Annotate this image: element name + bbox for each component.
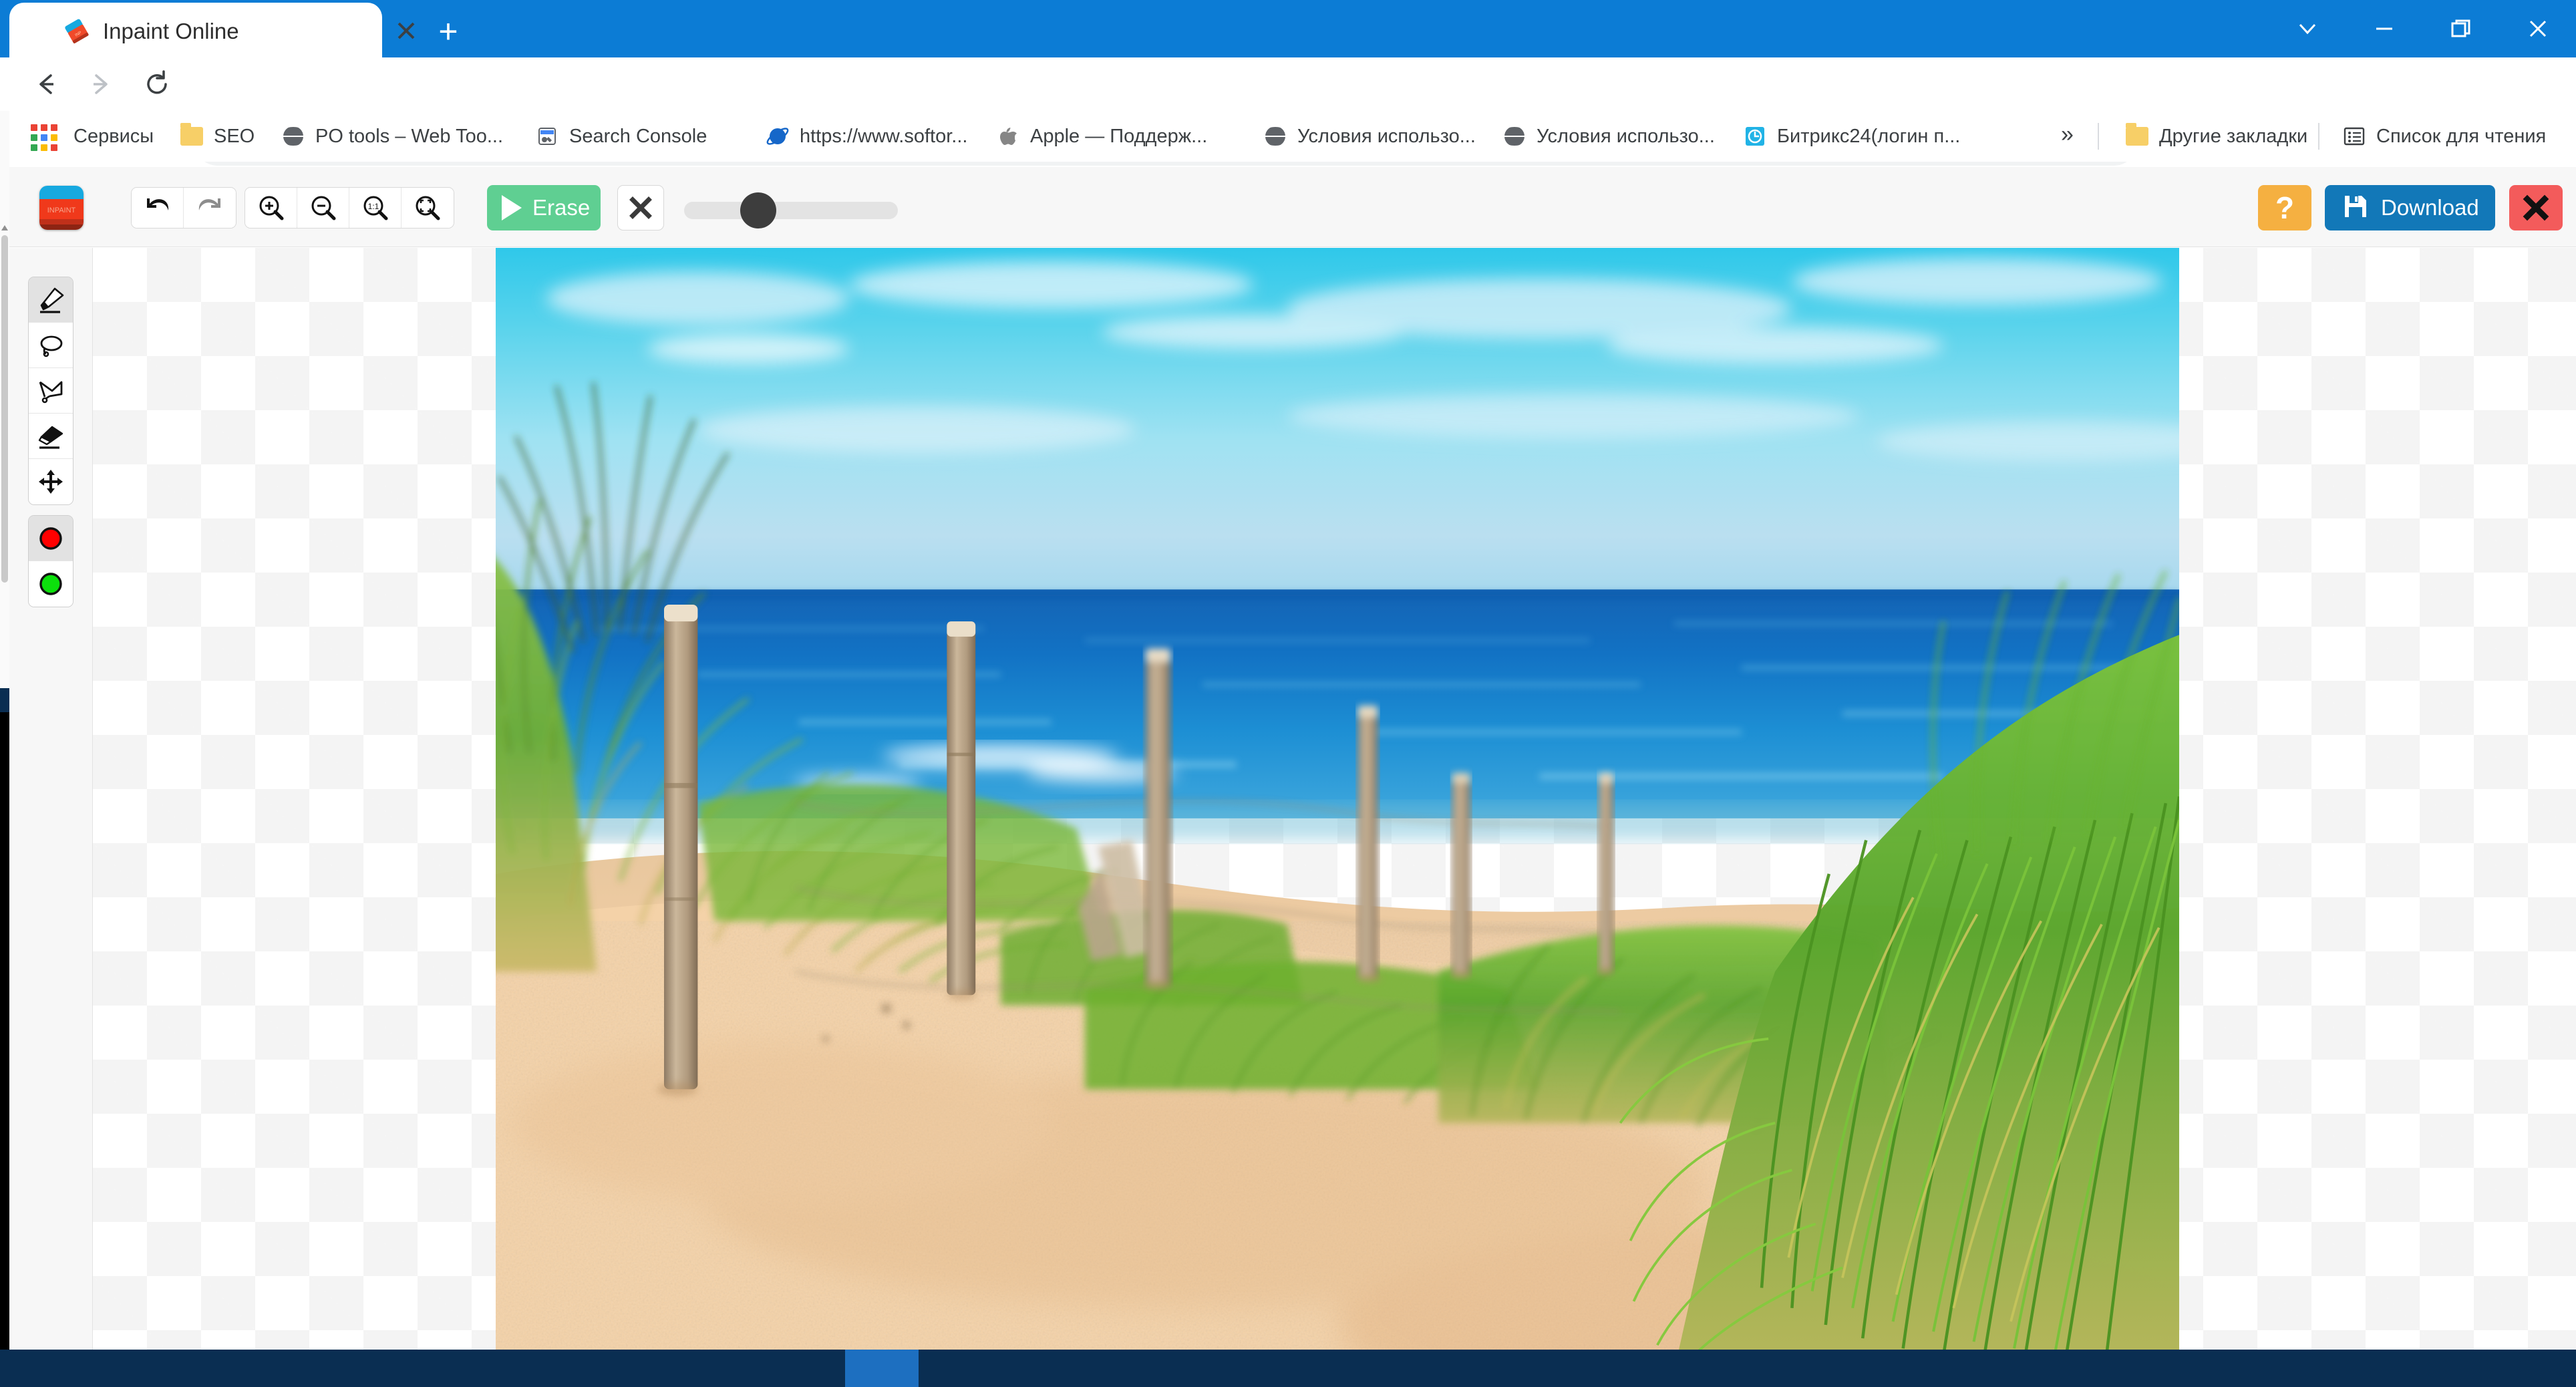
save-icon xyxy=(2342,193,2369,223)
inpaint-logo[interactable]: INPAINT xyxy=(39,186,84,230)
play-icon xyxy=(502,195,522,220)
move-tool[interactable] xyxy=(29,459,73,504)
clear-selection-button[interactable] xyxy=(617,185,664,230)
forward-button[interactable] xyxy=(80,64,120,104)
navigation-bar: theinpaint.com/editor/1222317824/LBlVzaW… xyxy=(0,57,2576,166)
slider-track xyxy=(684,202,898,219)
tab-title: Inpaint Online xyxy=(103,19,239,43)
zoom-out-button[interactable] xyxy=(297,188,349,228)
bookmark-label: Apple — Поддерж... xyxy=(1030,125,1208,147)
undo-button[interactable] xyxy=(132,188,184,228)
eraser-tool[interactable] xyxy=(29,414,73,459)
bookmark-label: Сервисы xyxy=(73,125,154,147)
close-image-button[interactable] xyxy=(2509,185,2563,230)
tool-group-main xyxy=(28,277,73,505)
bookmark-label: Условия использо... xyxy=(1297,125,1476,147)
minus-icon[interactable] xyxy=(2346,0,2422,57)
globe-icon xyxy=(1263,124,1288,149)
svg-text:INPAINT: INPAINT xyxy=(47,206,76,214)
globe-icon xyxy=(1502,124,1527,149)
bookmark-item-bitrix[interactable]: Битрикс24(логин п... xyxy=(1736,120,1967,152)
bookmark-item-search-console[interactable]: Search Console xyxy=(528,120,713,152)
lasso-tool[interactable] xyxy=(29,323,73,368)
bookmarks-bar: Сервисы SEO PO tools – Web Too... Search… xyxy=(0,111,2576,162)
bookmark-label: Другие закладки xyxy=(2159,125,2308,147)
bookmark-label: Search Console xyxy=(569,125,707,147)
brush-size-slider[interactable] xyxy=(684,192,898,228)
back-button[interactable] xyxy=(27,64,67,104)
search-console-icon xyxy=(534,124,560,149)
slider-thumb[interactable] xyxy=(740,192,776,228)
bookmarks-overflow-button[interactable]: » xyxy=(2061,122,2074,148)
bookmark-label: Битрикс24(логин п... xyxy=(1777,125,1961,147)
editor-canvas[interactable] xyxy=(93,248,2576,1350)
planet-icon xyxy=(765,124,790,149)
os-taskbar[interactable] xyxy=(0,1350,2576,1387)
browser-window: INP Inpaint Online + Сервисы SEO PO tool… xyxy=(0,0,2576,1387)
bookmark-item-terms-2[interactable]: Условия использо... xyxy=(1495,120,1722,152)
tool-group-colors xyxy=(28,515,73,607)
folder-icon xyxy=(179,123,204,149)
zoom-in-button[interactable] xyxy=(245,188,297,228)
bookmark-item-po-tools[interactable]: PO tools – Web Too... xyxy=(274,120,510,152)
beach-photo xyxy=(496,248,2179,1350)
tab-close-icon[interactable] xyxy=(390,15,422,47)
bookmark-label: Список для чтения xyxy=(2376,125,2547,147)
bookmark-label: Условия использо... xyxy=(1537,125,1715,147)
svg-text:1:1: 1:1 xyxy=(367,202,379,211)
zoom-actual-size-button[interactable]: 1:1 xyxy=(349,188,401,228)
restore-icon[interactable] xyxy=(2422,0,2499,57)
scrollbar-thumb[interactable] xyxy=(1,235,8,583)
eraser-icon: INP xyxy=(63,17,91,45)
browser-tab[interactable]: INP Inpaint Online xyxy=(9,3,415,57)
bookmark-label: SEO xyxy=(214,125,255,147)
new-tab-button[interactable]: + xyxy=(428,11,469,52)
bookmark-item-seo[interactable]: SEO xyxy=(172,120,261,152)
bookmark-item-softor[interactable]: https://www.softor... xyxy=(758,120,974,152)
list-icon xyxy=(2342,124,2367,149)
desktop-edge-highlight xyxy=(0,688,9,712)
apple-icon xyxy=(995,124,1021,149)
bookmark-other-bookmarks[interactable]: Другие закладки xyxy=(2118,120,2314,152)
bookmark-item-apple[interactable]: Apple — Поддерж... xyxy=(989,120,1214,152)
marker-tool[interactable] xyxy=(29,277,73,323)
window-controls xyxy=(2269,0,2576,57)
scroll-up-arrow-icon[interactable] xyxy=(1,223,9,233)
globe-icon xyxy=(281,124,306,149)
reload-button[interactable] xyxy=(137,64,177,104)
bookmark-apps[interactable]: Сервисы xyxy=(67,120,160,152)
erase-label: Erase xyxy=(532,195,591,220)
taskbar-active-item[interactable] xyxy=(845,1350,919,1387)
tool-sidebar xyxy=(9,248,93,1350)
bookmark-reading-list[interactable]: Список для чтения xyxy=(2335,120,2553,152)
edited-image[interactable] xyxy=(496,248,2179,1350)
bitrix-icon xyxy=(1742,124,1768,149)
redo-button[interactable] xyxy=(184,188,236,228)
bookmark-item-terms-1[interactable]: Условия использо... xyxy=(1256,120,1482,152)
folder-icon xyxy=(2124,123,2150,149)
zoom-fit-button[interactable] xyxy=(401,188,454,228)
history-button-group xyxy=(131,187,236,228)
apps-grid-icon[interactable] xyxy=(31,124,57,151)
green-swatch[interactable] xyxy=(29,561,73,607)
polygon-lasso-tool[interactable] xyxy=(29,368,73,414)
bookmark-label: https://www.softor... xyxy=(800,125,968,147)
download-label: Download xyxy=(2381,195,2479,220)
red-swatch[interactable] xyxy=(29,516,73,561)
help-button[interactable]: ? xyxy=(2258,185,2311,230)
download-button[interactable]: Download xyxy=(2325,185,2495,230)
zoom-button-group: 1:1 xyxy=(245,187,454,228)
erase-button[interactable]: Erase xyxy=(487,185,601,230)
close-icon[interactable] xyxy=(2499,0,2576,57)
title-bar: INP Inpaint Online + xyxy=(0,0,2576,57)
desktop-edge-strip xyxy=(0,688,9,1350)
chevron-down-icon[interactable] xyxy=(2269,0,2346,57)
app-toolbar: INPAINT 1:1 Erase ? Download xyxy=(9,167,2576,247)
page-scrollbar[interactable] xyxy=(0,111,9,688)
bookmark-label: PO tools – Web Too... xyxy=(315,125,504,147)
